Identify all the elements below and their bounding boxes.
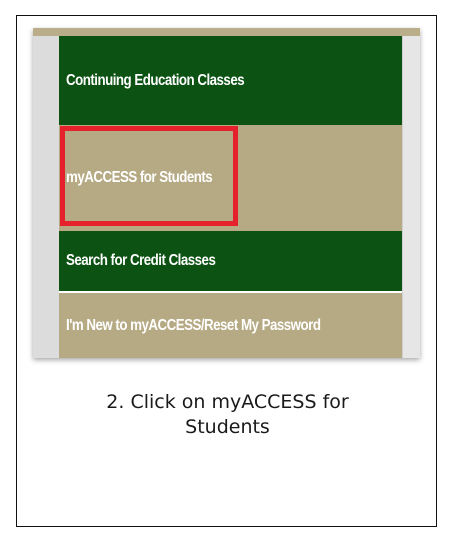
menu-item-search-credit-classes[interactable]: Search for Credit Classes <box>59 231 403 291</box>
top-strip <box>33 28 420 36</box>
menu-item-label: myACCESS for Students <box>66 169 213 186</box>
caption-line-1: 2. Click on myACCESS for <box>106 391 349 413</box>
instruction-card: Continuing Education Classes myACCESS fo… <box>16 15 437 527</box>
menu-item-label: I'm New to myACCESS/Reset My Password <box>66 316 321 334</box>
menu-item-label: Continuing Education Classes <box>66 71 245 89</box>
scrollbar-gutter <box>402 36 420 358</box>
menu-item-new-reset-password[interactable]: I'm New to myACCESS/Reset My Password <box>59 291 403 358</box>
nav-menu: Continuing Education Classes myACCESS fo… <box>59 36 403 358</box>
instruction-caption: 2. Click on myACCESS for Students <box>17 390 438 440</box>
caption-line-2: Students <box>185 416 270 438</box>
menu-item-myaccess-students[interactable]: myACCESS for Students <box>59 125 403 231</box>
menu-item-continuing-education[interactable]: Continuing Education Classes <box>59 36 403 125</box>
menu-screenshot: Continuing Education Classes myACCESS fo… <box>33 28 420 358</box>
left-gutter <box>33 36 59 358</box>
menu-item-label: Search for Credit Classes <box>66 252 216 269</box>
